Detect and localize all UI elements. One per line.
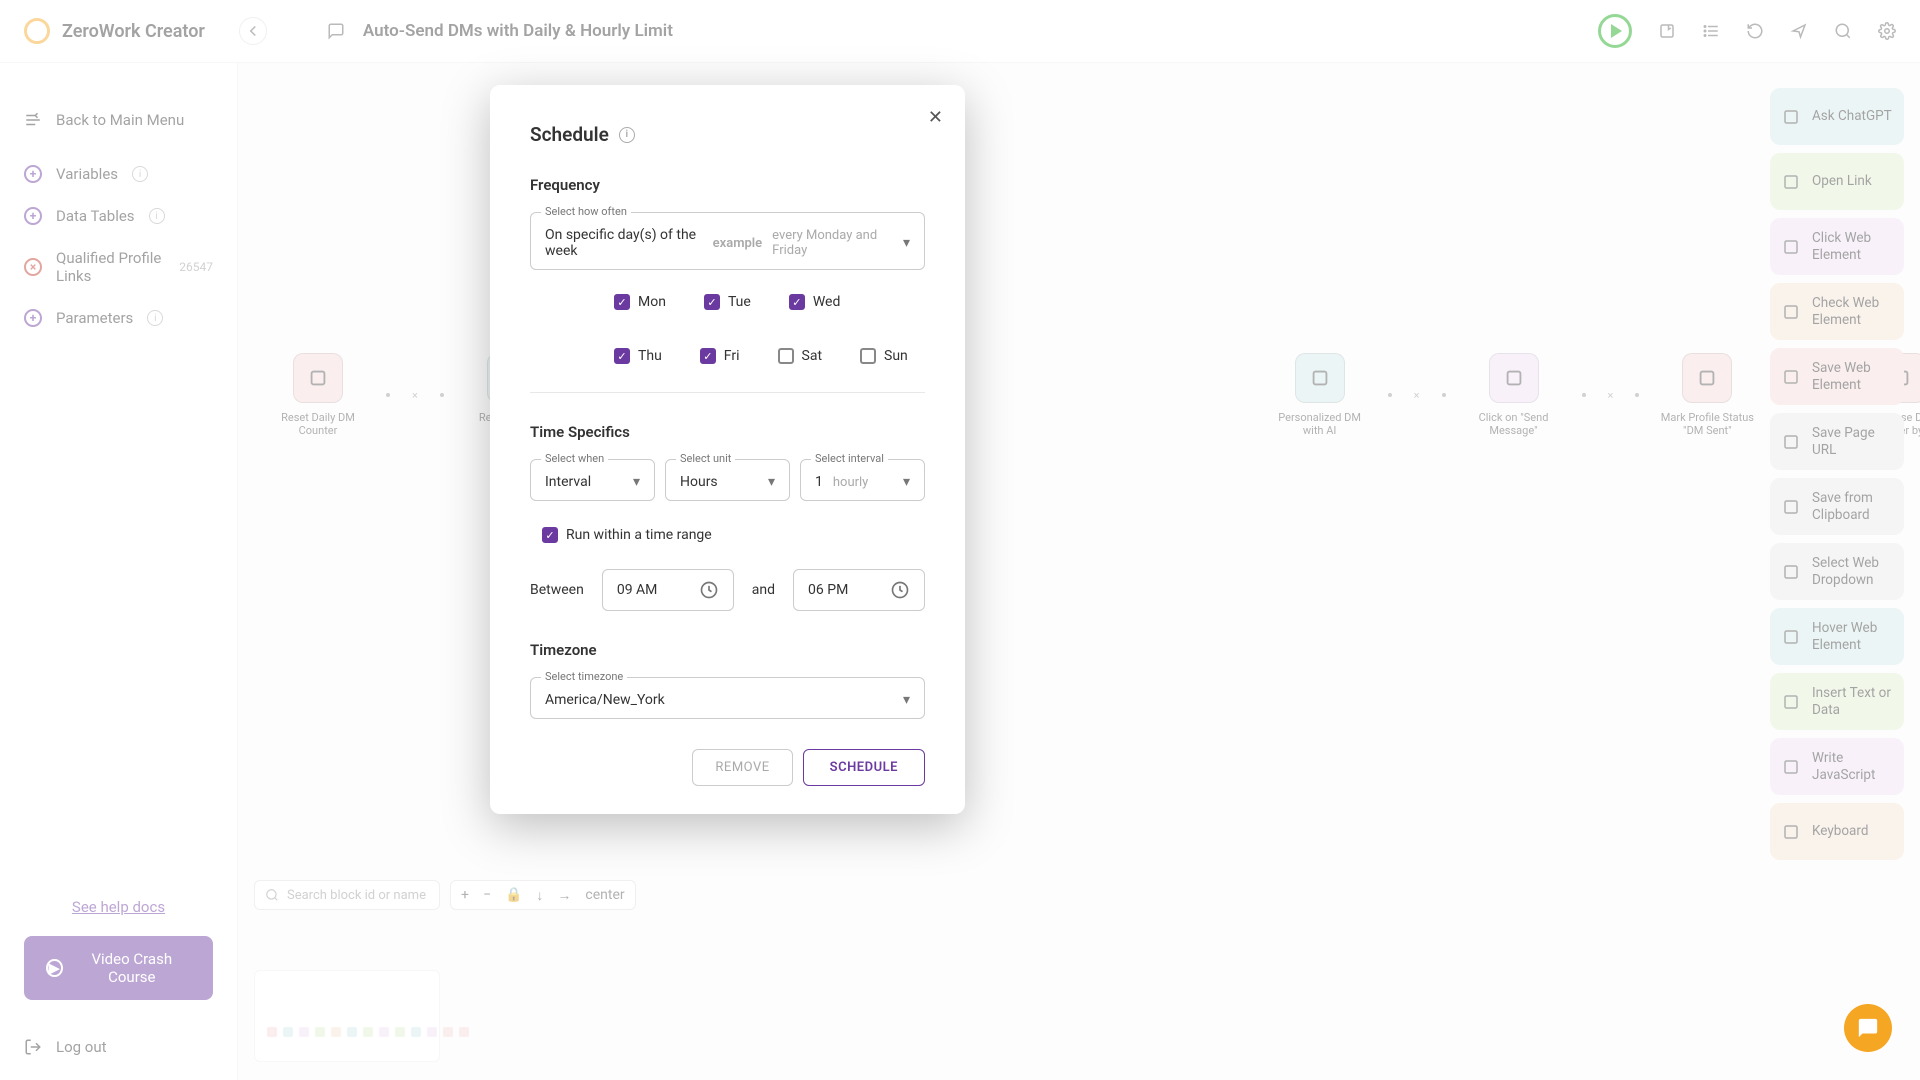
title-text: Schedule bbox=[530, 123, 609, 146]
frequency-heading: Frequency bbox=[530, 176, 925, 194]
day-checkbox-tue[interactable]: Tue bbox=[704, 294, 751, 310]
field-label: Select interval bbox=[811, 452, 888, 465]
checkbox-icon bbox=[614, 294, 630, 310]
day-label: Thu bbox=[638, 348, 662, 364]
chat-icon bbox=[1857, 1017, 1879, 1039]
day-label: Mon bbox=[638, 294, 666, 310]
field-value: Interval bbox=[545, 474, 591, 490]
checkbox-label: Run within a time range bbox=[566, 527, 712, 543]
field-value: Hours bbox=[680, 474, 718, 490]
frequency-select[interactable]: Select how often On specific day(s) of t… bbox=[530, 212, 925, 270]
timezone-select[interactable]: Select timezone America/New_York ▾ bbox=[530, 677, 925, 719]
day-label: Wed bbox=[813, 294, 841, 310]
divider bbox=[530, 392, 925, 393]
checkbox-icon bbox=[614, 348, 630, 364]
unit-select[interactable]: Select unit Hours ▾ bbox=[665, 459, 790, 501]
clock-icon bbox=[699, 580, 719, 600]
field-value: 1 bbox=[815, 474, 823, 490]
day-checkbox-fri[interactable]: Fri bbox=[700, 348, 740, 364]
close-button[interactable]: ✕ bbox=[928, 107, 943, 128]
field-label: Select when bbox=[541, 452, 608, 465]
when-select[interactable]: Select when Interval ▾ bbox=[530, 459, 655, 501]
field-label: Select how often bbox=[541, 205, 631, 218]
field-label: Select timezone bbox=[541, 670, 627, 683]
time-range-toggle[interactable]: Run within a time range bbox=[530, 527, 925, 543]
checkbox-icon bbox=[542, 527, 558, 543]
modal-title: Schedule i bbox=[530, 123, 925, 146]
day-label: Sat bbox=[802, 348, 823, 364]
day-label: Tue bbox=[728, 294, 751, 310]
chat-fab[interactable] bbox=[1844, 1004, 1892, 1052]
time-value: 06 PM bbox=[808, 582, 848, 598]
between-label: Between bbox=[530, 582, 584, 598]
day-label: Fri bbox=[724, 348, 740, 364]
clock-icon bbox=[890, 580, 910, 600]
chevron-down-icon: ▾ bbox=[903, 235, 910, 251]
remove-button[interactable]: REMOVE bbox=[692, 749, 792, 786]
time-value: 09 AM bbox=[617, 582, 658, 598]
schedule-button[interactable]: SCHEDULE bbox=[803, 749, 925, 786]
info-icon[interactable]: i bbox=[619, 127, 635, 143]
day-checkbox-sat[interactable]: Sat bbox=[778, 348, 823, 364]
chevron-down-icon: ▾ bbox=[903, 474, 910, 490]
example-text: every Monday and Friday bbox=[772, 228, 893, 258]
example-label: example bbox=[713, 236, 763, 251]
schedule-modal: ✕ Schedule i Frequency Select how often … bbox=[490, 85, 965, 814]
field-value: On specific day(s) of the week bbox=[545, 227, 703, 259]
timezone-heading: Timezone bbox=[530, 641, 925, 659]
time-heading: Time Specifics bbox=[530, 423, 925, 441]
day-checkbox-thu[interactable]: Thu bbox=[614, 348, 662, 364]
interval-select[interactable]: Select interval 1 hourly ▾ bbox=[800, 459, 925, 501]
field-value: America/New_York bbox=[545, 692, 665, 708]
days-row: Mon Tue Wed Thu Fri Sat Sun bbox=[530, 294, 925, 364]
checkbox-icon bbox=[860, 348, 876, 364]
checkbox-icon bbox=[778, 348, 794, 364]
chevron-down-icon: ▾ bbox=[903, 692, 910, 708]
day-checkbox-wed[interactable]: Wed bbox=[789, 294, 841, 310]
checkbox-icon bbox=[700, 348, 716, 364]
field-label: Select unit bbox=[676, 452, 735, 465]
day-label: Sun bbox=[884, 348, 908, 364]
checkbox-icon bbox=[704, 294, 720, 310]
interval-hint: hourly bbox=[833, 475, 868, 490]
start-time-input[interactable]: 09 AM bbox=[602, 569, 734, 611]
checkbox-icon bbox=[789, 294, 805, 310]
chevron-down-icon: ▾ bbox=[633, 474, 640, 490]
and-label: and bbox=[752, 582, 775, 598]
chevron-down-icon: ▾ bbox=[768, 474, 775, 490]
end-time-input[interactable]: 06 PM bbox=[793, 569, 925, 611]
day-checkbox-mon[interactable]: Mon bbox=[614, 294, 666, 310]
day-checkbox-sun[interactable]: Sun bbox=[860, 348, 908, 364]
